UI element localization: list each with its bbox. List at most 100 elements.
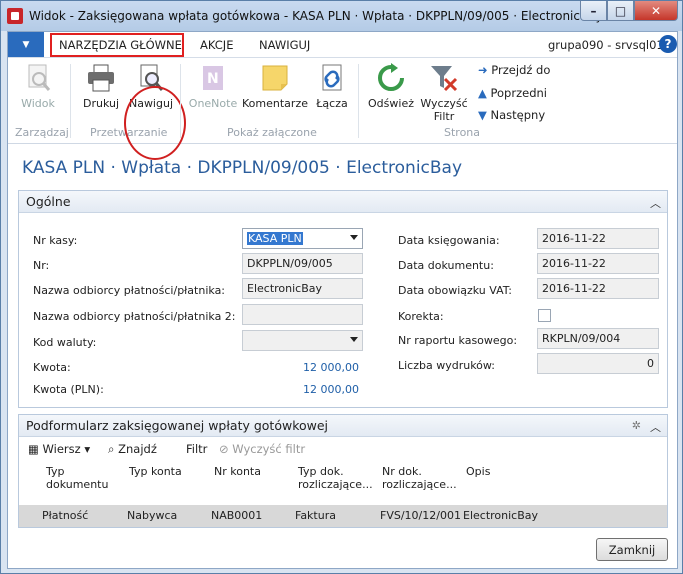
amount-value[interactable]: 12 000,00 bbox=[242, 361, 359, 374]
tab-actions[interactable]: AKCJE bbox=[200, 38, 233, 52]
amount-pln-label: Kwota (PLN): bbox=[33, 383, 104, 396]
ribbon: Widok Zarządzaj Drukuj Nawiguj Przetwarz… bbox=[8, 58, 677, 160]
document-date-label: Data dokumentu: bbox=[398, 259, 494, 272]
links-label: Łącza bbox=[316, 97, 348, 110]
cell-description[interactable]: ElectronicBay bbox=[463, 509, 538, 522]
svg-text:N: N bbox=[207, 71, 219, 87]
payee-name-field[interactable]: ElectronicBay bbox=[242, 278, 363, 299]
col-account-no[interactable]: Nr konta bbox=[214, 465, 261, 478]
correction-checkbox[interactable] bbox=[538, 309, 551, 322]
separator bbox=[180, 64, 181, 138]
general-header[interactable]: Ogólne ︿ bbox=[19, 191, 667, 213]
next-button[interactable]: ▼ Następny bbox=[478, 108, 545, 122]
col-description[interactable]: Opis bbox=[466, 465, 490, 478]
settings-gear-icon[interactable]: ✲ bbox=[632, 419, 641, 432]
view-button[interactable]: Widok bbox=[16, 62, 60, 120]
print-count-field[interactable]: 0 bbox=[537, 353, 659, 374]
vat-date-field[interactable]: 2016-11-22 bbox=[537, 278, 659, 299]
window-title: Widok - Zaksięgowana wpłata gotówkowa - … bbox=[29, 9, 603, 23]
table-row[interactable]: Płatność Nabywca NAB0001 Faktura FVS/10/… bbox=[19, 505, 667, 527]
separator bbox=[358, 64, 359, 138]
clear-filter-button[interactable]: Wyczyść Filtr bbox=[418, 62, 470, 123]
cell-account-type[interactable]: Nabywca bbox=[127, 509, 177, 522]
clear-filter-label-2: Filtr bbox=[433, 110, 455, 123]
printer-icon bbox=[85, 62, 117, 94]
page-title: KASA PLN · Wpłata · DKPPLN/09/005 · Elec… bbox=[22, 158, 463, 178]
collapse-icon[interactable]: ︿ bbox=[650, 195, 661, 211]
comments-button[interactable]: Komentarze bbox=[242, 62, 308, 120]
refresh-label: Odśwież bbox=[368, 97, 414, 110]
col-applies-no-line1: Nr dok. bbox=[382, 465, 422, 478]
arrow-down-icon: ▼ bbox=[478, 108, 491, 122]
posting-date-field[interactable]: 2016-11-22 bbox=[537, 228, 659, 249]
print-count-label: Liczba wydruków: bbox=[398, 359, 496, 372]
col-applies-type-line1: Typ dok. bbox=[298, 465, 344, 478]
file-menu-button[interactable]: ▼ bbox=[8, 32, 44, 57]
general-title: Ogólne bbox=[26, 194, 71, 209]
find-label: Znajdź bbox=[118, 442, 157, 456]
number-field[interactable]: DKPPLN/09/005 bbox=[242, 253, 363, 274]
title-bar: Widok - Zaksięgowana wpłata gotówkowa - … bbox=[1, 1, 682, 31]
subform-fasttab: Podformularz zaksięgowanej wpłaty gotówk… bbox=[18, 414, 668, 528]
col-applies-type-line2: rozliczające... bbox=[298, 478, 373, 491]
tab-navigate[interactable]: NAWIGUJ bbox=[259, 38, 310, 52]
links-button[interactable]: Łącza bbox=[312, 62, 352, 120]
help-icon[interactable]: ? bbox=[659, 35, 677, 53]
cash-register-value: KASA PLN bbox=[247, 232, 303, 245]
subform-header[interactable]: Podformularz zaksięgowanej wpłaty gotówk… bbox=[19, 415, 667, 437]
col-doc-type-line1: Typ bbox=[46, 465, 65, 478]
col-applies-to-doc-no[interactable]: Nr dok. rozliczające... bbox=[382, 465, 457, 491]
app-icon bbox=[7, 8, 23, 24]
col-applies-to-doc-type[interactable]: Typ dok. rozliczające... bbox=[298, 465, 373, 491]
clear-filter-sub-button[interactable]: ⊘ Wyczyść filtr bbox=[219, 442, 305, 456]
clear-filter-icon bbox=[428, 62, 460, 94]
minimize-button[interactable]: – bbox=[580, 1, 607, 21]
previous-button[interactable]: ▲ Poprzedni bbox=[478, 86, 547, 100]
main-content: ▼ NARZĘDZIA GŁÓWNE AKCJE NAWIGUJ grupa09… bbox=[7, 31, 678, 569]
clear-filter-label-1: Wyczyść bbox=[420, 97, 468, 110]
col-account-no-line1: Nr konta bbox=[214, 465, 261, 478]
amount-pln-value[interactable]: 12 000,00 bbox=[242, 383, 359, 396]
document-date-field[interactable]: 2016-11-22 bbox=[537, 253, 659, 274]
vat-date-label: Data obowiązku VAT: bbox=[398, 284, 512, 297]
clear-filter-sub-label: Wyczyść filtr bbox=[232, 442, 306, 456]
separator bbox=[70, 64, 71, 138]
maximize-button[interactable]: □ bbox=[607, 1, 634, 21]
cell-doc-type[interactable]: Płatność bbox=[42, 509, 88, 522]
cell-account-no[interactable]: NAB0001 bbox=[211, 509, 262, 522]
posting-date-label: Data księgowania: bbox=[398, 234, 500, 247]
cell-applies-no[interactable]: FVS/10/12/001 bbox=[380, 509, 461, 522]
payee-name-2-field[interactable] bbox=[242, 304, 363, 325]
print-button[interactable]: Drukuj bbox=[78, 62, 124, 120]
go-to-label: Przejdź do bbox=[491, 63, 551, 77]
arrow-right-icon: ➜ bbox=[478, 63, 492, 77]
cell-applies-type[interactable]: Faktura bbox=[295, 509, 336, 522]
col-account-type[interactable]: Typ konta bbox=[129, 465, 182, 478]
filter-button[interactable]: Filtr bbox=[186, 442, 207, 456]
cash-report-field[interactable]: RKPLN/09/004 bbox=[537, 328, 659, 349]
row-menu-button[interactable]: ▦ Wiersz ▾ bbox=[28, 442, 90, 456]
go-to-button[interactable]: ➜ Przejdź do bbox=[478, 63, 550, 77]
note-icon bbox=[259, 62, 291, 94]
general-fasttab: Ogólne ︿ Nr kasy: KASA PLN Nr: DKPPLN/09… bbox=[18, 190, 668, 408]
comments-label: Komentarze bbox=[242, 97, 308, 110]
payee-name-label: Nazwa odbiorcy płatności/płatnika: bbox=[33, 284, 226, 297]
highlight-rectangle bbox=[50, 33, 184, 57]
cash-register-field[interactable]: KASA PLN bbox=[242, 228, 363, 249]
close-window-button[interactable]: ✕ bbox=[634, 1, 678, 21]
currency-code-field[interactable] bbox=[242, 330, 363, 351]
onenote-label: OneNote bbox=[188, 97, 238, 110]
onenote-button[interactable]: N OneNote bbox=[186, 62, 240, 120]
correction-label: Korekta: bbox=[398, 310, 444, 323]
highlight-circle bbox=[124, 86, 186, 160]
collapse-icon[interactable]: ︿ bbox=[650, 419, 661, 435]
find-button[interactable]: ⌕ Znajdź bbox=[108, 442, 157, 457]
close-button[interactable]: Zamknij bbox=[596, 538, 668, 561]
refresh-button[interactable]: Odśwież bbox=[366, 62, 416, 120]
dropdown-arrow-icon[interactable] bbox=[350, 235, 358, 240]
dropdown-arrow-icon[interactable] bbox=[350, 337, 358, 342]
onenote-icon: N bbox=[197, 62, 229, 94]
print-label: Drukuj bbox=[82, 97, 120, 110]
col-doc-type[interactable]: Typ dokumentu bbox=[46, 465, 108, 491]
server-label: grupa090 - srvsql01 bbox=[548, 38, 664, 52]
